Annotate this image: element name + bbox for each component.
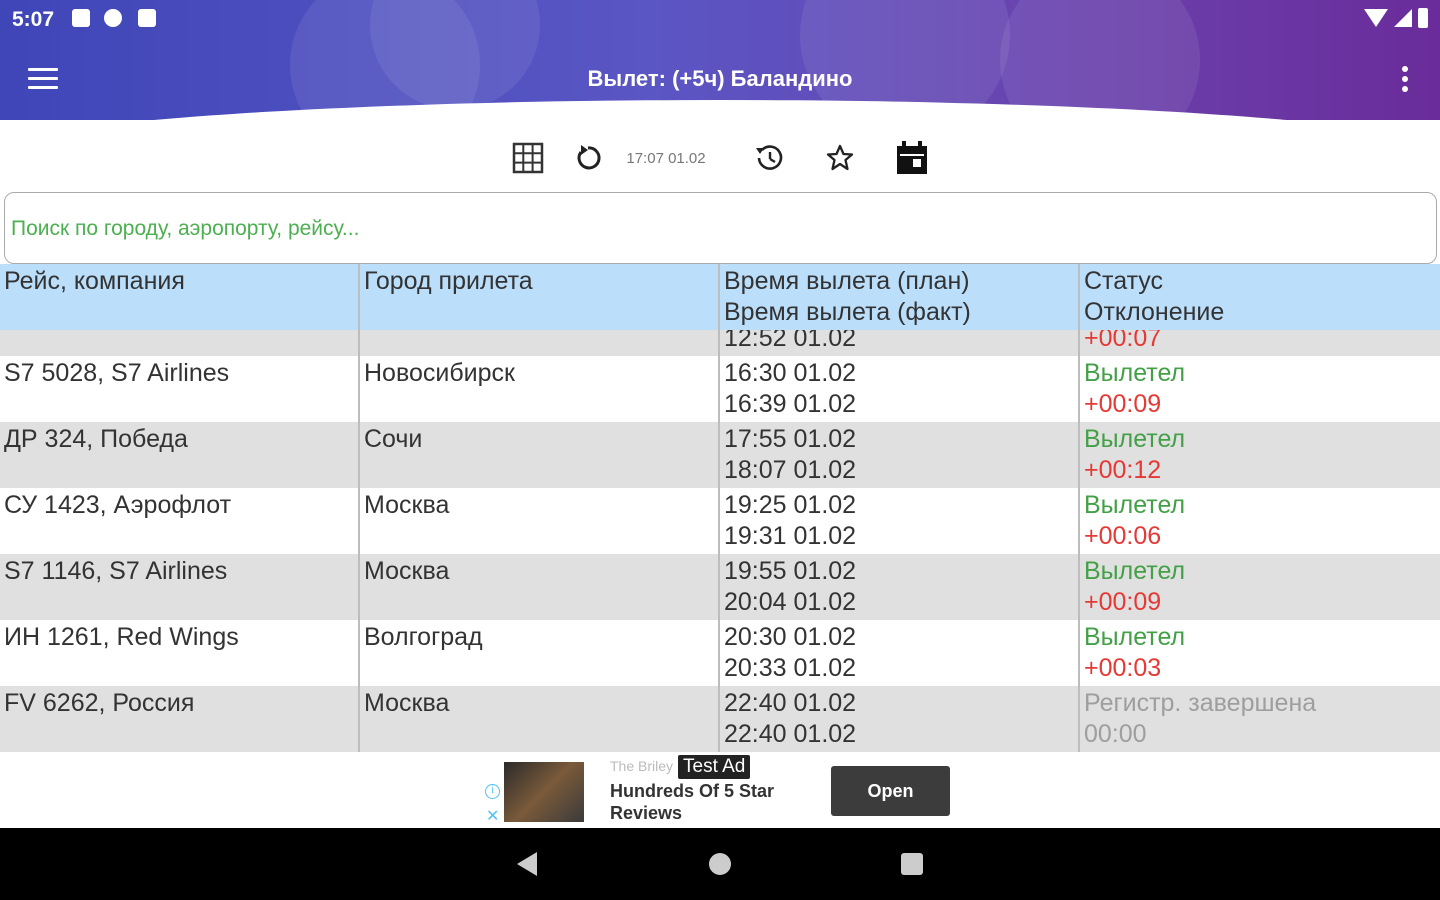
status: Вылетел	[1084, 623, 1186, 651]
app-bar: Вылет: (+5ч) Баландино	[0, 38, 1440, 118]
time-plan: 16:30 01.02	[724, 359, 857, 387]
ad-info-icon[interactable]: i	[485, 784, 500, 799]
time-fact: 16:39 01.02	[724, 390, 857, 418]
table-row-partial[interactable]: 12:52 01.02 +00:07	[0, 330, 1440, 356]
deviation: +00:03	[1084, 654, 1162, 682]
time-fact: 12:52 01.02	[724, 330, 857, 352]
table-row[interactable]: S7 5028, S7 Airlines Новосибирск 16:30 0…	[0, 356, 1440, 422]
system-navigation-bar	[0, 828, 1440, 900]
refresh-icon[interactable]	[572, 140, 604, 176]
sd-card-icon	[138, 9, 156, 27]
search-input[interactable]	[11, 213, 1411, 245]
city: Волгоград	[364, 623, 483, 651]
table-row[interactable]: S7 1146, S7 Airlines Москва 19:55 01.02 2…	[0, 554, 1440, 620]
flight: ДР 324, Победа	[4, 425, 188, 453]
toolbar: 17:07 01.02	[0, 134, 1440, 180]
status: Вылетел	[1084, 557, 1186, 585]
header-label: Рейс, компания	[4, 267, 185, 295]
time-plan: 17:55 01.02	[724, 425, 857, 453]
city: Москва	[364, 491, 450, 519]
ad-headline[interactable]: Hundreds Of 5 Star Reviews	[610, 780, 810, 824]
ad-image[interactable]	[504, 762, 584, 822]
time-fact: 20:33 01.02	[724, 654, 857, 682]
grid-view-icon[interactable]	[510, 140, 546, 176]
time-fact: 22:40 01.02	[724, 720, 857, 748]
status: Вылетел	[1084, 425, 1186, 453]
table-row[interactable]: ДР 324, Победа Сочи 17:55 01.02 18:07 01.…	[0, 422, 1440, 488]
city: Сочи	[364, 425, 423, 453]
city: Новосибирск	[364, 359, 515, 387]
city: Москва	[364, 689, 450, 717]
time-fact: 19:31 01.02	[724, 522, 857, 550]
wifi-icon	[1364, 9, 1388, 27]
back-icon[interactable]	[517, 852, 537, 876]
search-box	[4, 192, 1437, 264]
flight: S7 1146, S7 Airlines	[4, 557, 228, 585]
table-row[interactable]: FV 6262, Россия Москва 22:40 01.02 22:40 …	[0, 686, 1440, 752]
status: Регистр. завершена	[1084, 689, 1317, 717]
header-label: Отклонение	[1084, 298, 1225, 326]
time-plan: 22:40 01.02	[724, 689, 857, 717]
header-label: Время вылета (факт)	[724, 298, 971, 326]
status-bar: 5:07	[0, 0, 1440, 38]
favorites-star-icon[interactable]	[823, 140, 857, 176]
deviation: +00:12	[1084, 456, 1162, 484]
table-row[interactable]: СУ 1423, Аэрофлот Москва 19:25 01.02 19:3…	[0, 488, 1440, 554]
header-label: Время вылета (план)	[724, 267, 970, 295]
header-label: Статус	[1084, 267, 1164, 295]
signal-icon	[1394, 9, 1412, 27]
flight: S7 5028, S7 Airlines	[4, 359, 230, 387]
flight: СУ 1423, Аэрофлот	[4, 491, 232, 519]
status-time: 5:07	[12, 8, 55, 31]
deviation: +00:09	[1084, 588, 1162, 616]
notification-icon	[72, 9, 90, 27]
test-ad-badge: Test Ad	[678, 755, 751, 779]
recent-apps-icon[interactable]	[901, 853, 923, 875]
flight: ИН 1261, Red Wings	[4, 623, 239, 651]
home-icon[interactable]	[709, 853, 731, 875]
deviation: 00:00	[1084, 720, 1147, 748]
table-header-row: Рейс, компания Город прилета Время вылет…	[0, 264, 1440, 330]
deviation: +00:07	[1084, 330, 1162, 352]
last-update-time: 17:07 01.02	[626, 149, 706, 167]
deviation: +00:09	[1084, 390, 1162, 418]
status: Вылетел	[1084, 491, 1186, 519]
status: Вылетел	[1084, 359, 1186, 387]
ad-open-button[interactable]: Open	[831, 766, 950, 816]
header-cell-city[interactable]: Город прилета	[360, 264, 720, 330]
app-notification-icon	[104, 9, 122, 27]
header-label: Город прилета	[364, 267, 533, 295]
battery-icon	[1418, 8, 1428, 28]
ad-close-icon[interactable]: ✕	[486, 806, 499, 826]
deviation: +00:06	[1084, 522, 1162, 550]
header-cell-status[interactable]: Статус Отклонение	[1080, 264, 1440, 330]
time-fact: 18:07 01.02	[724, 456, 857, 484]
header-cell-time[interactable]: Время вылета (план) Время вылета (факт)	[720, 264, 1080, 330]
more-options-icon[interactable]	[1400, 66, 1410, 94]
time-plan: 19:25 01.02	[724, 491, 857, 519]
header-cell-flight[interactable]: Рейс, компания	[0, 264, 360, 330]
calendar-icon[interactable]	[894, 140, 930, 176]
table-row[interactable]: ИН 1261, Red Wings Волгоград 20:30 01.02…	[0, 620, 1440, 686]
city: Москва	[364, 557, 450, 585]
time-plan: 20:30 01.02	[724, 623, 857, 651]
ad-banner[interactable]: i ✕ The Briley Test Ad Hundreds Of 5 Sta…	[480, 752, 960, 828]
history-icon[interactable]	[751, 140, 787, 176]
page-title: Вылет: (+5ч) Баландино	[587, 66, 853, 91]
time-plan: 19:55 01.02	[724, 557, 857, 585]
time-fact: 20:04 01.02	[724, 588, 857, 616]
ad-brand: The Briley	[610, 758, 674, 774]
flight: FV 6262, Россия	[4, 689, 195, 717]
